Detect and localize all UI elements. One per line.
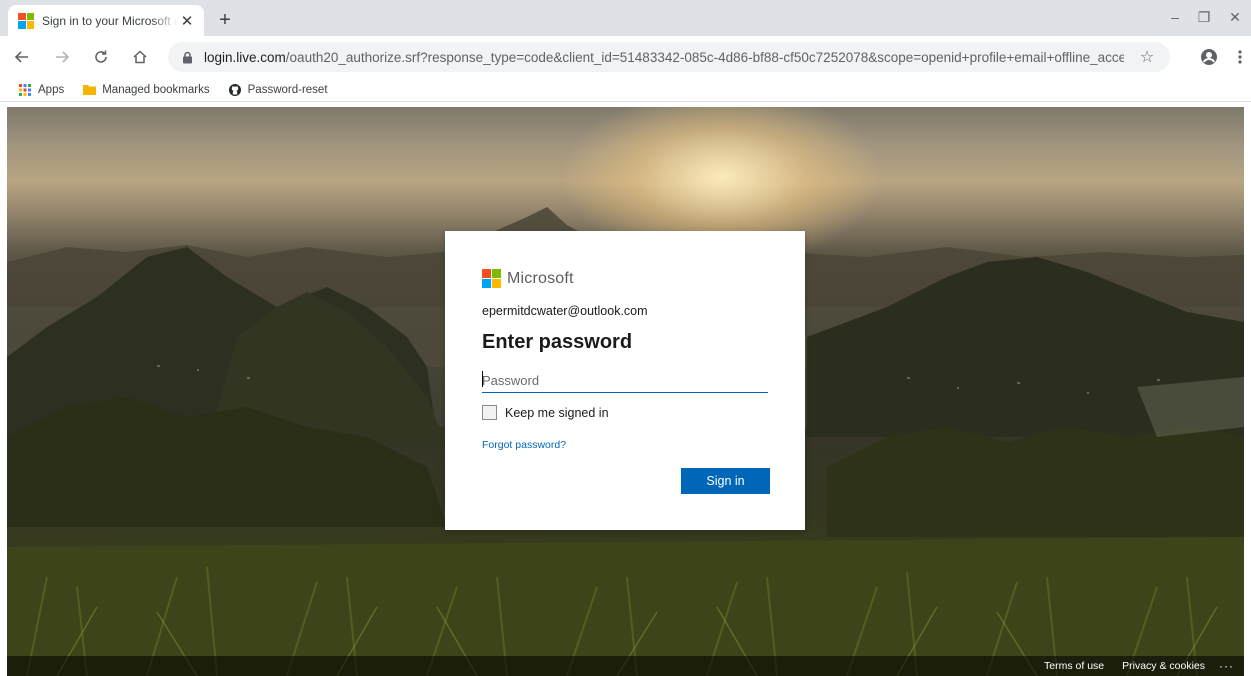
more-vertical-icon [1238, 50, 1242, 64]
password-input[interactable] [482, 368, 768, 393]
keep-signed-in-row: Keep me signed in [482, 405, 609, 420]
keep-signed-in-label[interactable]: Keep me signed in [505, 406, 609, 420]
back-button[interactable] [10, 45, 34, 69]
tab-signin[interactable]: Sign in to your Microsoft account ✕ [8, 5, 204, 36]
bookmark-managed-bookmarks[interactable]: Managed bookmarks [82, 83, 210, 97]
bookmark-apps[interactable]: Apps [18, 83, 64, 97]
account-circle-icon [1201, 49, 1217, 65]
minimize-window-button[interactable]: – [1162, 6, 1188, 28]
microsoft-logo-icon [18, 12, 34, 29]
menu-button[interactable] [1228, 45, 1251, 69]
address-bar[interactable]: login.live.com/oauth20_authorize.srf?res… [168, 42, 1170, 72]
reload-icon [95, 50, 107, 63]
sign-in-button[interactable]: Sign in [681, 468, 770, 494]
forgot-password-link[interactable]: Forgot password? [482, 439, 566, 451]
tab-strip: Sign in to your Microsoft account ✕ + – … [0, 0, 1251, 36]
url-text: login.live.com/oauth20_authorize.srf?res… [204, 50, 1124, 65]
account-identity: epermitdcwater@outlook.com [482, 304, 648, 318]
terms-of-use-link[interactable]: Terms of use [1044, 660, 1104, 672]
text-caret [482, 371, 483, 387]
url-path: /oauth20_authorize.srf?response_type=cod… [285, 49, 1124, 65]
new-tab-button[interactable]: + [214, 9, 236, 31]
profile-button[interactable] [1197, 45, 1221, 69]
url-host: login.live.com [204, 49, 286, 65]
apps-grid-icon [18, 83, 32, 97]
arrow-left-icon [14, 51, 28, 63]
reload-button[interactable] [89, 45, 113, 69]
restore-window-button[interactable]: ❐ [1191, 6, 1217, 28]
bookmark-label: Managed bookmarks [102, 83, 210, 96]
tab-title: Sign in to your Microsoft account [42, 13, 178, 28]
github-icon [228, 83, 242, 97]
page-footer: Terms of use Privacy & cookies ··· [7, 656, 1244, 676]
bookmark-label: Password-reset [247, 83, 328, 96]
lock-icon [180, 50, 194, 64]
microsoft-logo-icon [482, 269, 501, 288]
privacy-cookies-link[interactable]: Privacy & cookies [1122, 660, 1205, 672]
browser-toolbar: login.live.com/oauth20_authorize.srf?res… [0, 36, 1251, 78]
page-title: Enter password [482, 331, 633, 353]
more-options-icon[interactable]: ··· [1219, 659, 1234, 673]
close-window-button[interactable]: ✕ [1222, 6, 1248, 28]
close-tab-icon[interactable]: ✕ [178, 12, 196, 30]
folder-icon [82, 83, 96, 97]
bookmarks-bar: Apps Managed bookmarks Password-reset [0, 78, 1251, 102]
forward-button[interactable] [50, 45, 74, 69]
keep-signed-in-checkbox[interactable] [482, 405, 497, 420]
home-button[interactable] [128, 45, 152, 69]
microsoft-logo: Microsoft [482, 269, 574, 288]
arrow-right-icon [56, 51, 70, 63]
signin-card: Microsoft epermitdcwater@outlook.com Ent… [445, 231, 805, 530]
bookmark-password-reset[interactable]: Password-reset [228, 83, 328, 97]
home-icon [133, 50, 147, 64]
brand-name: Microsoft [507, 269, 574, 287]
bookmark-label: Apps [38, 83, 65, 96]
bookmark-star-icon[interactable]: ☆ [1138, 48, 1156, 66]
